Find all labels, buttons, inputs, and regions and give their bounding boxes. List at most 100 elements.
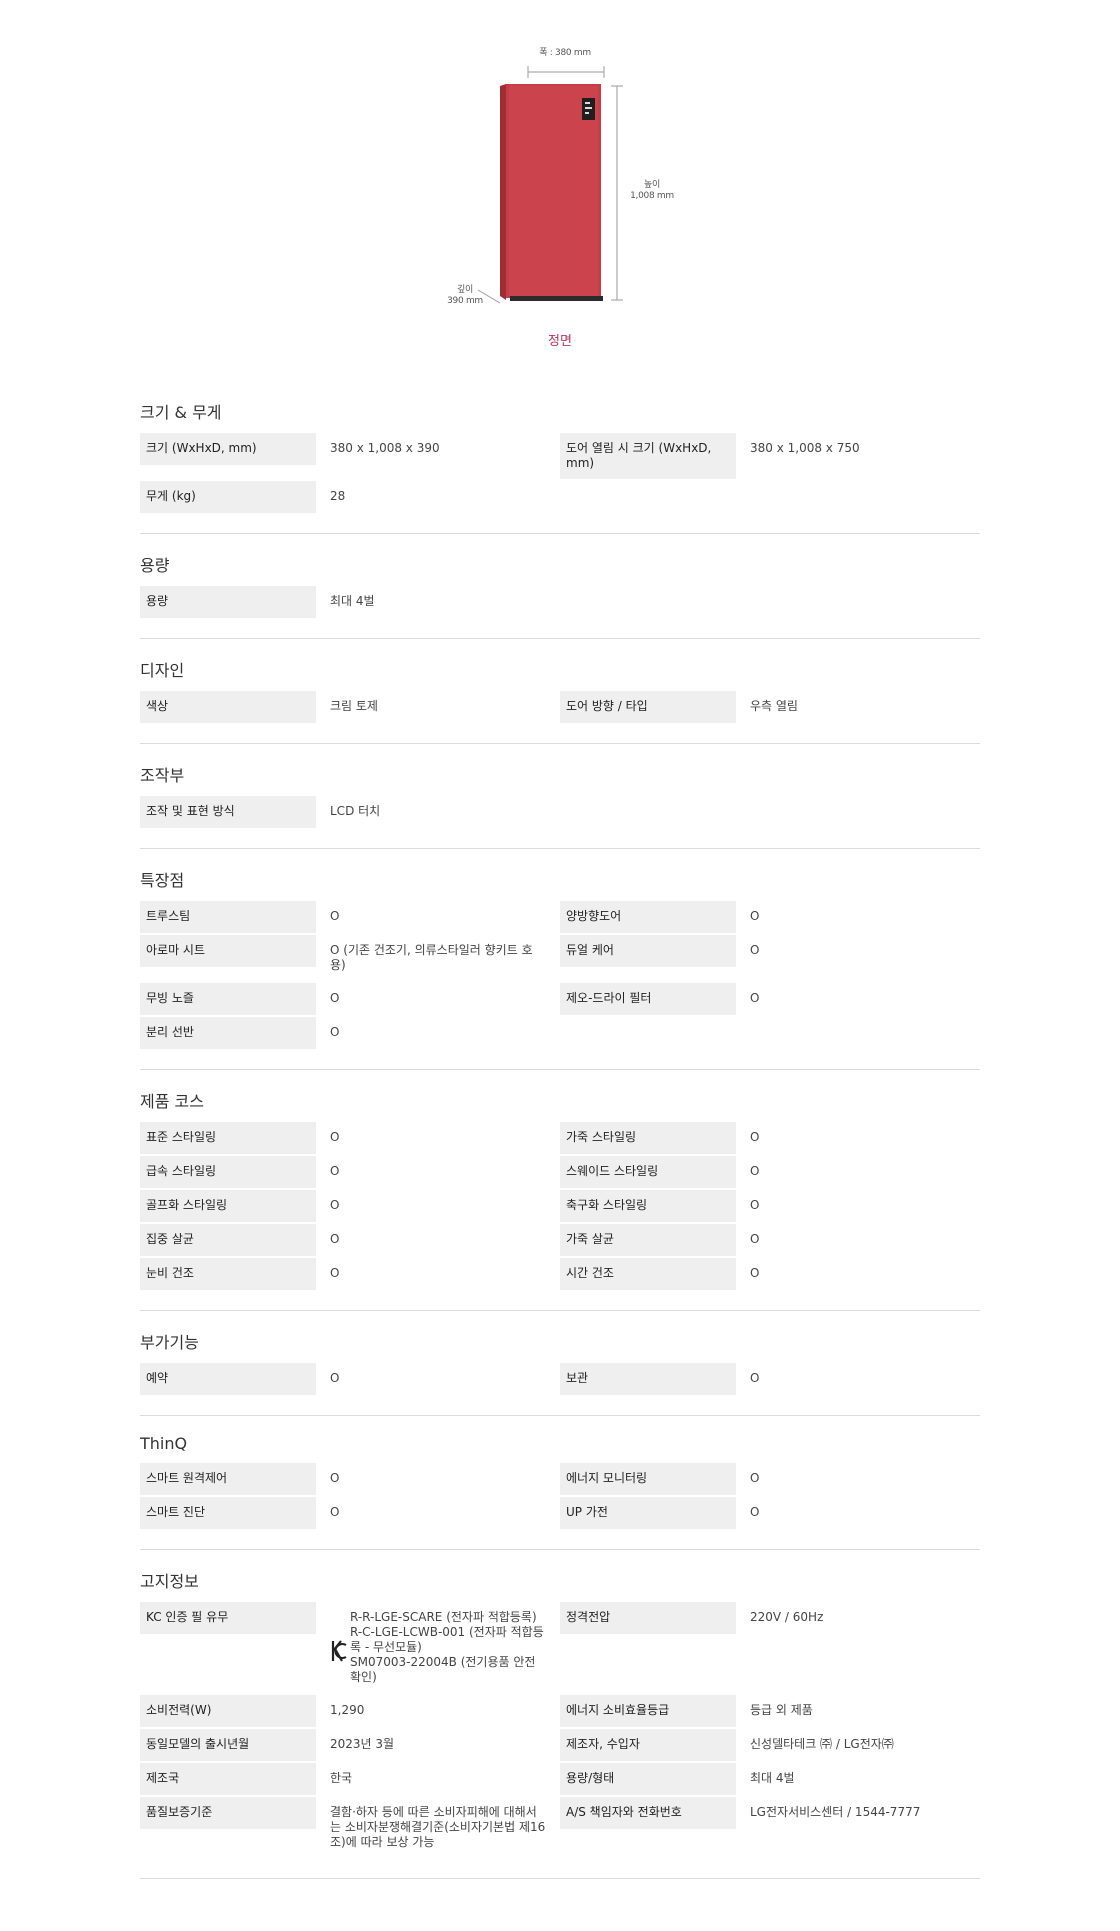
spec-rows: 표준 스타일링 O 가죽 스타일링 O 급속 스타일링 O 스웨이드 스타일링 O 골프화 스타… <box>140 1122 980 1290</box>
spec-row: 색상 크림 토제 <box>140 691 560 723</box>
spec-row: KC 인증 필 유무 R-R-LGE-SCARE (전자파 적합등록) R-C-LG… <box>140 1602 560 1693</box>
spec-label: 보관 <box>560 1363 736 1395</box>
spec-label: 트루스팀 <box>140 901 316 933</box>
spec-row: 예약 O <box>140 1363 560 1395</box>
height-label: 높이 1,008 mm <box>622 180 682 202</box>
spec-row: 골프화 스타일링 O <box>140 1190 560 1222</box>
spec-row: 가죽 살균 O <box>560 1224 980 1256</box>
spec-row: 집중 살균 O <box>140 1224 560 1256</box>
spec-row: 무게 (kg) 28 <box>140 481 560 513</box>
section-title: 용량 <box>140 556 170 575</box>
spec-rows: 크기 (WxHxD, mm) 380 x 1,008 x 390 도어 열림 시 크… <box>140 433 980 513</box>
spec-value: O <box>330 1232 340 1246</box>
spec-value: O <box>330 991 340 1005</box>
spec-value: O <box>330 909 340 923</box>
kc-certification: R-R-LGE-SCARE (전자파 적합등록) R-C-LGE-LCWB-001… <box>330 1610 546 1685</box>
spec-row: 용량/형태 최대 4벌 <box>560 1763 980 1795</box>
spec-label: 제조국 <box>140 1763 316 1795</box>
section-title: 조작부 <box>140 766 185 785</box>
spec-value: O <box>330 1130 340 1144</box>
spec-row: 가죽 스타일링 O <box>560 1122 980 1154</box>
spec-label: 무게 (kg) <box>140 481 316 513</box>
spec-value: 신성델타테크 ㈜ / LG전자㈜ <box>750 1737 894 1751</box>
spec-label: 크기 (WxHxD, mm) <box>140 433 316 465</box>
spec-value: O <box>750 943 760 957</box>
spec-value: 최대 4벌 <box>330 594 375 608</box>
spec-label: 급속 스타일링 <box>140 1156 316 1188</box>
spec-section: 특장점 트루스팀 O 양방향도어 O 아로마 시트 O (기존 건조기, 의류스타일러 향키… <box>140 867 980 1070</box>
section-title: 특장점 <box>140 871 185 890</box>
spec-label: 축구화 스타일링 <box>560 1190 736 1222</box>
spec-value: 결함·하자 등에 따른 소비자피해에 대해서는 소비자분쟁해결기준(소비자기본법… <box>330 1805 546 1849</box>
spec-row: 조작 및 표현 방식 LCD 터치 <box>140 796 560 828</box>
spec-value: O (기존 건조기, 의류스타일러 향키트 호용) <box>330 943 533 972</box>
spec-value: O <box>750 1266 760 1280</box>
spec-value: 등급 외 제품 <box>750 1703 813 1717</box>
spec-row: 에너지 소비효율등급 등급 외 제품 <box>560 1695 980 1727</box>
spec-rows: 색상 크림 토제 도어 방향 / 타입 우측 열림 <box>140 691 980 723</box>
spec-value: O <box>330 1471 340 1485</box>
spec-value: O <box>750 1232 760 1246</box>
spec-row: 제조국 한국 <box>140 1763 560 1795</box>
spec-row: 스마트 진단 O <box>140 1497 560 1529</box>
spec-label: 스마트 진단 <box>140 1497 316 1529</box>
spec-row: 시간 건조 O <box>560 1258 980 1290</box>
display-segment <box>585 112 589 114</box>
spec-label: 정격전압 <box>560 1602 736 1634</box>
spec-label: 가죽 살균 <box>560 1224 736 1256</box>
spec-row: 보관 O <box>560 1363 980 1395</box>
spec-row: 아로마 시트 O (기존 건조기, 의류스타일러 향키트 호용) <box>140 935 560 981</box>
spec-label: 도어 열림 시 크기 (WxHxD, mm) <box>560 433 736 479</box>
spec-label: 색상 <box>140 691 316 723</box>
spec-value: O <box>330 1198 340 1212</box>
display-segment <box>585 102 590 104</box>
spec-row: 소비전력(W) 1,290 <box>140 1695 560 1727</box>
spec-rows: 용량 최대 4벌 <box>140 586 980 618</box>
spec-value: LG전자서비스센터 / 1544-7777 <box>750 1805 921 1819</box>
spec-value: R-R-LGE-SCARE (전자파 적합등록) R-C-LGE-LCWB-001… <box>316 1602 560 1693</box>
spec-value: LCD 터치 <box>330 804 381 818</box>
spec-label: 무빙 노즐 <box>140 983 316 1015</box>
spec-label: 소비전력(W) <box>140 1695 316 1727</box>
spec-label: 분리 선반 <box>140 1017 316 1049</box>
spec-label: 제조자, 수입자 <box>560 1729 736 1761</box>
spec-label: 조작 및 표현 방식 <box>140 796 316 828</box>
spec-row: 스웨이드 스타일링 O <box>560 1156 980 1188</box>
spec-value: O <box>330 1025 340 1039</box>
spec-rows: 트루스팀 O 양방향도어 O 아로마 시트 O (기존 건조기, 의류스타일러 향키트 호… <box>140 901 980 1049</box>
depth-label-value: 390 mm <box>447 296 483 306</box>
spec-row: 도어 방향 / 타입 우측 열림 <box>560 691 980 723</box>
spec-row: 에너지 모니터링 O <box>560 1463 980 1495</box>
spec-value: 한국 <box>330 1771 353 1785</box>
spec-value: O <box>750 991 760 1005</box>
width-label: 폭 : 380 mm <box>539 48 591 58</box>
spec-label: 동일모델의 출시년월 <box>140 1729 316 1761</box>
spec-row: UP 가전 O <box>560 1497 980 1529</box>
spec-rows: 조작 및 표현 방식 LCD 터치 <box>140 796 980 828</box>
spec-section: 디자인 색상 크림 토제 도어 방향 / 타입 우측 열림 <box>140 657 980 744</box>
spec-section: 조작부조작 및 표현 방식 LCD 터치 <box>140 762 980 849</box>
spec-row: 축구화 스타일링 O <box>560 1190 980 1222</box>
section-title: 부가기능 <box>140 1333 199 1352</box>
spec-value: O <box>750 909 760 923</box>
spec-value: 크림 토제 <box>330 699 378 713</box>
height-label-title: 높이 <box>644 180 660 190</box>
spec-row: 분리 선반 O <box>140 1017 560 1049</box>
spec-section: 고지정보 KC 인증 필 유무 R-R-LGE-SCARE (전자파 적합등록) R-… <box>140 1568 980 1879</box>
spec-row: 양방향도어 O <box>560 901 980 933</box>
kc-number: SM07003-22004B (전기용품 안전확인) <box>350 1655 536 1684</box>
spec-label: 에너지 소비효율등급 <box>560 1695 736 1727</box>
spec-value: 380 x 1,008 x 390 <box>330 441 440 455</box>
spec-list: 크기 & 무게 크기 (WxHxD, mm) 380 x 1,008 x 390 도어… <box>140 385 980 1897</box>
depth-label-title: 깊이 <box>457 285 473 295</box>
spec-row: 눈비 건조 O <box>140 1258 560 1290</box>
spec-row: 듀얼 케어 O <box>560 935 980 981</box>
spec-label: 시간 건조 <box>560 1258 736 1290</box>
kc-number: R-R-LGE-SCARE (전자파 적합등록) <box>350 1610 537 1624</box>
spec-label: 아로마 시트 <box>140 935 316 967</box>
spec-label: 품질보증기준 <box>140 1797 316 1829</box>
spec-label: 용량 <box>140 586 316 618</box>
spec-label: 도어 방향 / 타입 <box>560 691 736 723</box>
cabinet-base <box>510 296 603 301</box>
height-label-value: 1,008 mm <box>630 191 674 201</box>
